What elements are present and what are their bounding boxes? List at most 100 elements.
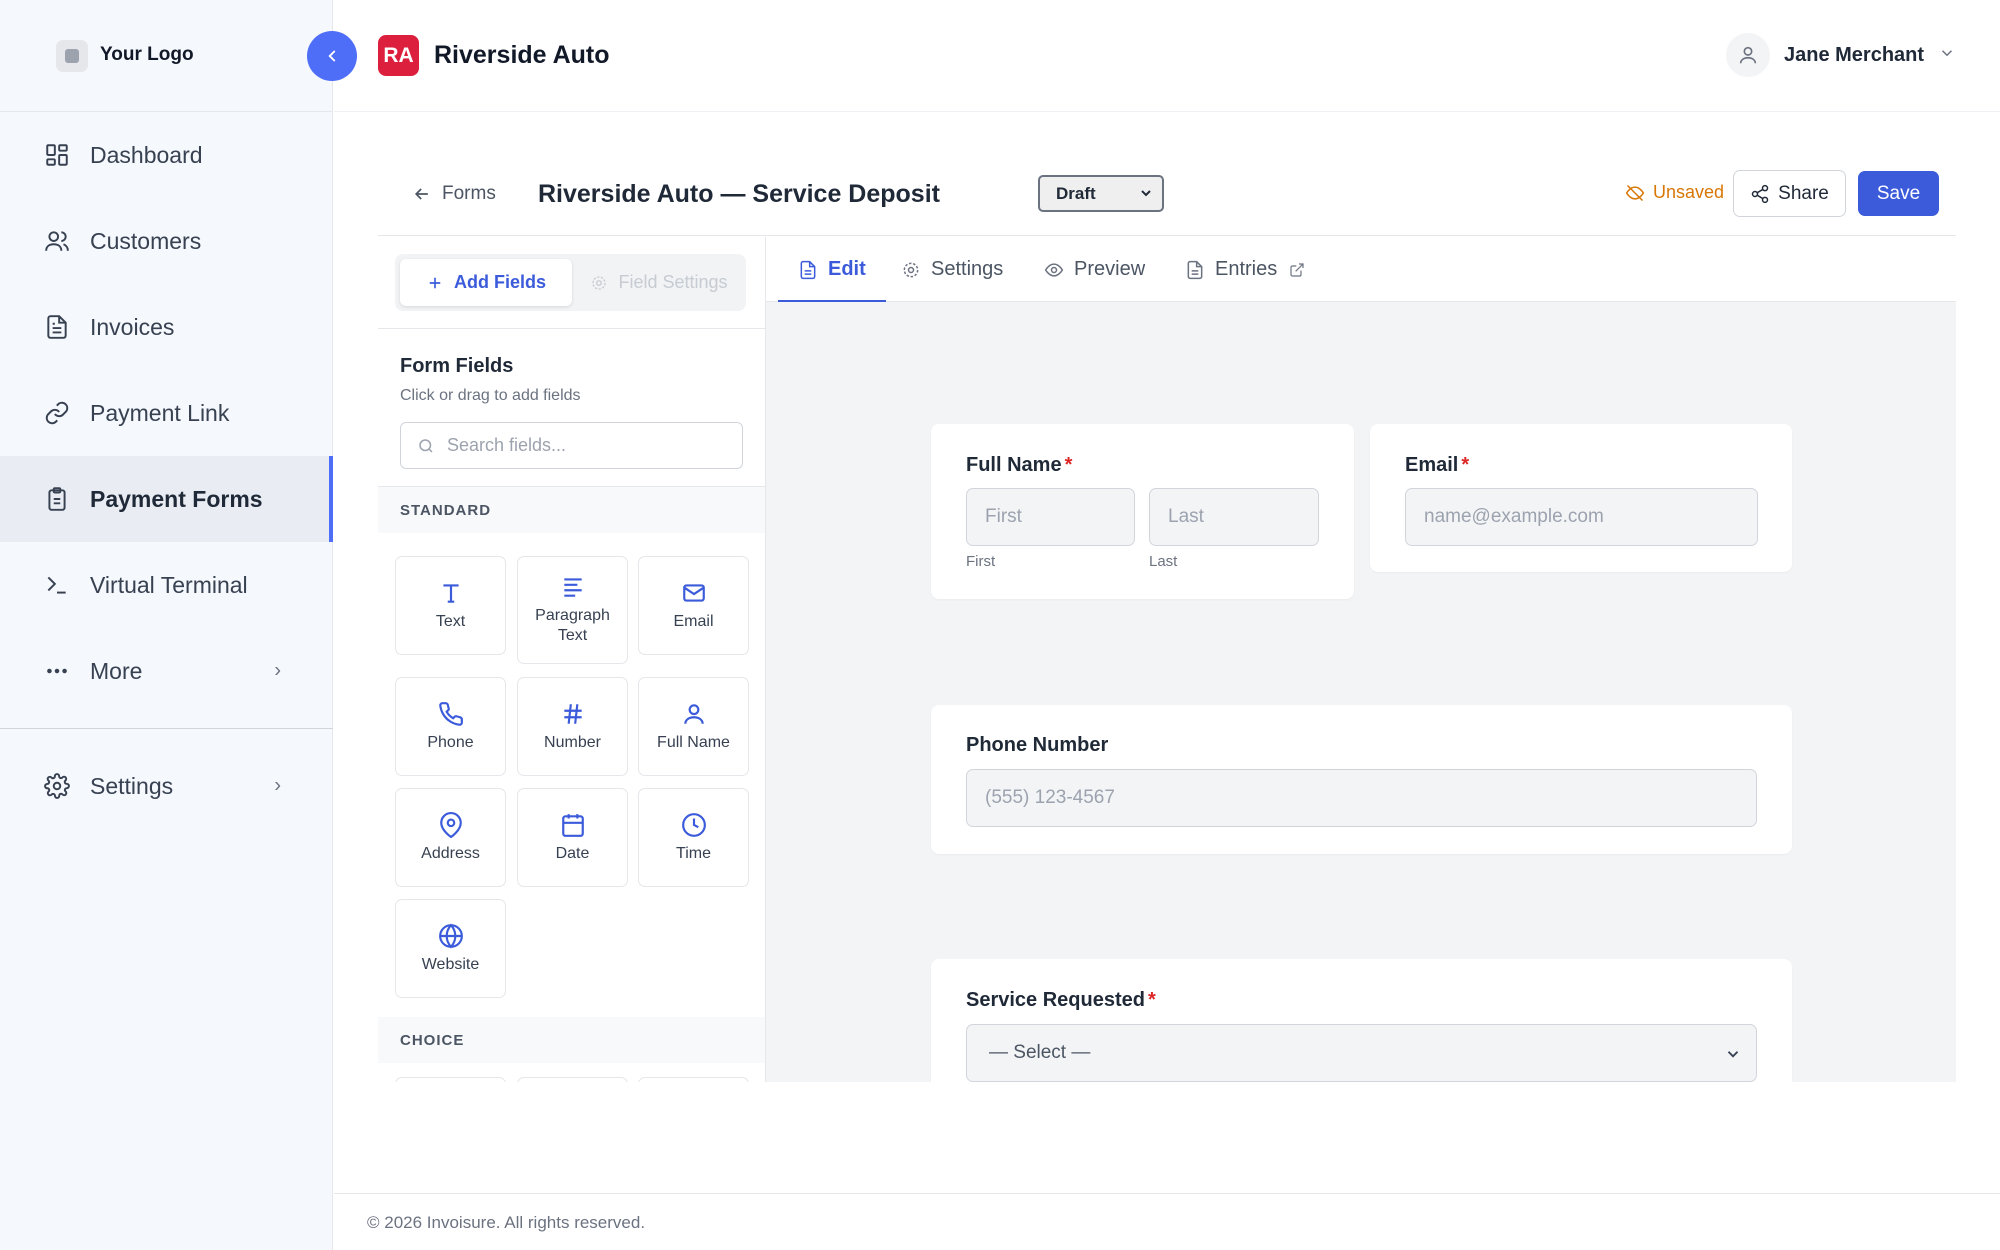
field-tile-paragraph[interactable]: Paragraph Text	[517, 556, 628, 664]
tab-label: Entries	[1215, 258, 1278, 280]
arrow-left-icon	[414, 188, 428, 200]
field-tile-date[interactable]: Date	[517, 788, 628, 887]
field-tile-text[interactable]: Text	[395, 556, 506, 655]
tile-label: Number	[544, 733, 601, 751]
tile-label: Paragraph Text	[535, 607, 610, 644]
service-select[interactable]: — Select —	[966, 1024, 1757, 1082]
tab-settings[interactable]: Settings	[901, 237, 1003, 302]
field-settings-label: Field Settings	[618, 272, 728, 292]
required-mark: *	[1064, 454, 1073, 476]
sidebar-item-label: Payment Forms	[90, 485, 263, 512]
field-tile[interactable]	[638, 1077, 749, 1082]
sidebar-item-invoices[interactable]: Invoices	[0, 284, 333, 370]
tile-label: Website	[421, 955, 480, 973]
placeholder: name@example.com	[1424, 506, 1604, 527]
business-badge: RA	[378, 35, 419, 76]
phone-input[interactable]: (555) 123-4567	[966, 769, 1757, 827]
field-label: Email *	[1405, 454, 1469, 477]
collapse-sidebar-button[interactable]	[307, 31, 357, 81]
user-avatar[interactable]	[1726, 33, 1770, 77]
field-tile-address[interactable]: Address	[395, 788, 506, 887]
phone-icon	[438, 701, 463, 726]
share-button[interactable]: Share	[1733, 170, 1846, 217]
dashboard-icon	[46, 144, 68, 166]
copyright-text: © 2026 Invoisure. All rights reserved.	[367, 1213, 646, 1232]
field-card-service[interactable]: Service Requested * — Select —	[931, 959, 1792, 1082]
chevron-right-icon: ›	[274, 659, 281, 682]
logo-icon	[56, 40, 88, 72]
form-fields-subtitle: Click or drag to add fields	[400, 387, 581, 404]
field-tile-email[interactable]: Email	[638, 556, 749, 655]
search-fields-input[interactable]: Search fields...	[400, 422, 743, 469]
tile-label: Text	[435, 612, 466, 630]
first-name-input[interactable]: First	[966, 488, 1135, 546]
sidebar-item-dashboard[interactable]: Dashboard	[0, 112, 333, 198]
back-to-forms-link[interactable]: Forms	[412, 183, 496, 205]
field-card-full-name[interactable]: Full Name * First Last First Last	[931, 424, 1354, 599]
clipboard-icon	[48, 487, 66, 511]
field-tile[interactable]	[395, 1077, 506, 1082]
sidebar-item-settings[interactable]: Settings ›	[0, 743, 333, 829]
sidebar-item-label: Payment Link	[90, 399, 230, 426]
sidebar-item-customers[interactable]: Customers	[0, 198, 333, 284]
required-mark: *	[1461, 454, 1470, 476]
sidebar-item-payment-link[interactable]: Payment Link	[0, 370, 333, 456]
gear-icon	[903, 262, 919, 277]
tab-label: Edit	[828, 258, 866, 280]
choice-section-header: CHOICE	[378, 1017, 765, 1063]
sidebar-item-label: Virtual Terminal	[90, 571, 248, 598]
calendar-icon	[561, 813, 584, 837]
sidebar-item-label: Dashboard	[90, 141, 203, 168]
gear-icon	[44, 773, 70, 799]
status-select[interactable]: Draft	[1038, 175, 1164, 212]
globe-icon	[438, 923, 463, 948]
add-fields-tab[interactable]: Add Fields	[400, 259, 572, 306]
more-icon	[47, 668, 67, 674]
field-card-email[interactable]: Email * name@example.com	[1370, 424, 1792, 572]
tile-label: Date	[555, 844, 590, 862]
footer: © 2026 Invoisure. All rights reserved.	[334, 1193, 2000, 1250]
user-name[interactable]: Jane Merchant	[1784, 44, 1924, 67]
tile-label: Phone	[427, 733, 474, 751]
plus-icon	[429, 277, 441, 288]
field-tile-website[interactable]: Website	[395, 899, 506, 998]
save-button[interactable]: Save	[1858, 171, 1939, 216]
first-caption: First	[966, 553, 996, 570]
person-icon	[1739, 46, 1757, 64]
tab-edit[interactable]: Edit	[778, 237, 886, 303]
users-icon	[45, 231, 69, 251]
field-tile[interactable]	[517, 1077, 628, 1082]
email-input[interactable]: name@example.com	[1405, 488, 1758, 546]
sidebar-item-virtual-terminal[interactable]: Virtual Terminal	[0, 542, 333, 628]
chevron-down-icon[interactable]	[1938, 44, 1956, 62]
field-settings-tab[interactable]: Field Settings	[577, 259, 741, 306]
form-fields-title: Form Fields	[400, 355, 514, 377]
sidebar-nav: Dashboard Customers Invoices Payment Lin…	[0, 112, 333, 829]
form-canvas: Full Name * First Last First Last Email * …	[766, 302, 1956, 1082]
field-card-phone[interactable]: Phone Number (555) 123-4567	[931, 705, 1792, 854]
field-tile-full-name[interactable]: Full Name	[638, 677, 749, 776]
sidebar-item-label: Customers	[90, 227, 202, 254]
sidebar-item-label: More	[90, 657, 143, 684]
sidebar-item-payment-forms[interactable]: Payment Forms	[0, 456, 333, 542]
field-tile-time[interactable]: Time	[638, 788, 749, 887]
last-name-input[interactable]: Last	[1149, 488, 1319, 546]
person-icon	[683, 703, 704, 724]
field-tile-phone[interactable]: Phone	[395, 677, 506, 776]
tab-preview[interactable]: Preview	[1044, 237, 1145, 302]
document-icon	[800, 260, 816, 279]
required-mark: *	[1147, 989, 1156, 1011]
field-tile-number[interactable]: Number	[517, 677, 628, 776]
chevron-right-icon: ›	[274, 774, 281, 797]
back-link-label: Forms	[442, 183, 496, 204]
chevron-left-icon	[328, 50, 336, 62]
last-caption: Last	[1149, 553, 1178, 570]
status-select-value: Draft	[1056, 183, 1096, 203]
form-title: Riverside Auto — Service Deposit	[538, 180, 940, 208]
business-name: Riverside Auto	[434, 41, 610, 69]
logo-text: Your Logo	[100, 44, 194, 65]
sidebar-item-label: Settings	[90, 772, 174, 799]
sidebar-item-more[interactable]: More ›	[0, 628, 333, 714]
sidebar-divider	[0, 728, 333, 729]
tab-entries[interactable]: Entries	[1185, 237, 1305, 302]
